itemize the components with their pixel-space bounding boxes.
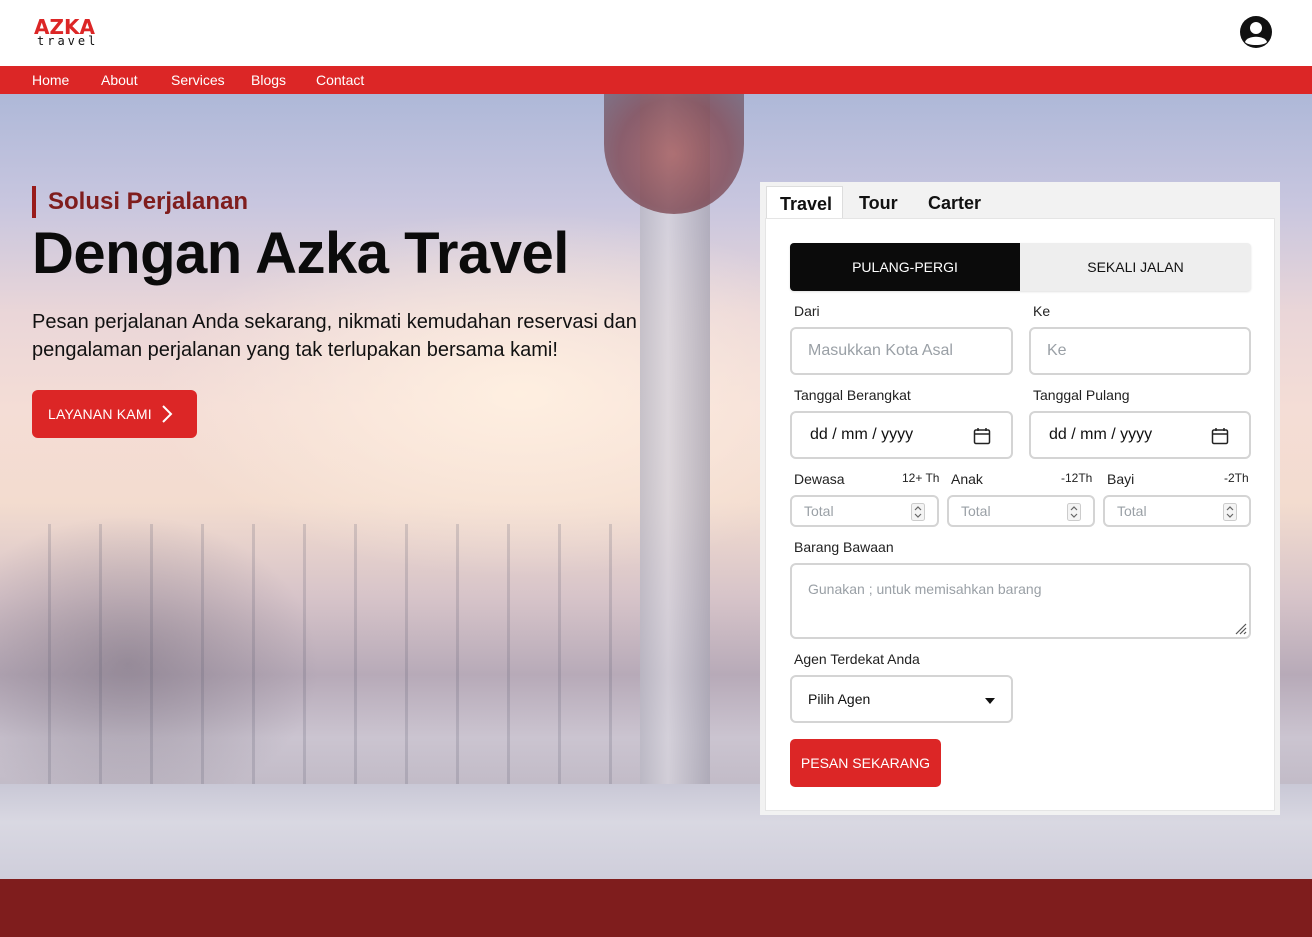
return-date-label: Tanggal Pulang [1033, 387, 1130, 403]
to-city-input[interactable]: Ke [1029, 327, 1251, 375]
return-date-placeholder: dd / mm / yyyy [1049, 426, 1153, 443]
infant-label: Bayi [1107, 471, 1135, 487]
logo-subtext: travel [37, 34, 99, 48]
luggage-placeholder: Gunakan ; untuk memisahkan barang [808, 581, 1042, 597]
footer-band [0, 879, 1312, 937]
depart-date-label: Tanggal Berangkat [794, 387, 911, 403]
adult-count-placeholder: Total [804, 503, 834, 519]
number-stepper-icon[interactable] [1223, 503, 1237, 521]
number-stepper-icon[interactable] [911, 503, 925, 521]
hero-subtext-line-1: Pesan perjalanan Anda sekarang, nikmati … [32, 311, 637, 333]
nav-home[interactable]: Home [32, 71, 69, 89]
from-city-placeholder: Masukkan Kota Asal [808, 342, 953, 359]
infant-age-hint: -2Th [1224, 471, 1249, 485]
cta-label: LAYANAN KAMI [48, 406, 152, 422]
chevron-right-icon [162, 405, 173, 423]
resize-handle-icon[interactable] [1233, 621, 1247, 635]
nav-services[interactable]: Services [171, 71, 225, 89]
child-age-hint: -12Th [1061, 471, 1093, 485]
booking-panel: Travel Tour Carter PULANG-PERGI SEKALI J… [760, 182, 1280, 815]
agent-label: Agen Terdekat Anda [794, 651, 920, 667]
round-trip-button[interactable]: PULANG-PERGI [790, 243, 1020, 291]
luggage-textarea[interactable]: Gunakan ; untuk memisahkan barang [790, 563, 1251, 639]
trip-type-toggle: PULANG-PERGI SEKALI JALAN [790, 243, 1251, 291]
depart-date-input[interactable]: dd / mm / yyyy [790, 411, 1013, 459]
calendar-icon[interactable] [973, 427, 991, 445]
nav-blogs[interactable]: Blogs [251, 71, 286, 89]
child-count-placeholder: Total [961, 503, 991, 519]
agent-selected-value: Pilih Agen [808, 691, 871, 707]
brand-logo[interactable]: AZKA travel [34, 17, 98, 49]
nav-contact[interactable]: Contact [316, 71, 364, 89]
calendar-icon[interactable] [1211, 427, 1229, 445]
depart-date-placeholder: dd / mm / yyyy [810, 426, 914, 443]
to-city-placeholder: Ke [1047, 342, 1067, 359]
hero-text-block: Solusi Perjalanan Dengan Azka Travel Pes… [32, 186, 652, 438]
return-date-input[interactable]: dd / mm / yyyy [1029, 411, 1251, 459]
tab-tour[interactable]: Tour [859, 186, 898, 218]
hero-background-poles [0, 524, 620, 804]
one-way-button[interactable]: SEKALI JALAN [1020, 243, 1251, 291]
number-stepper-icon[interactable] [1067, 503, 1081, 521]
hero-subtext: Pesan perjalanan Anda sekarang, nikmati … [32, 308, 652, 364]
to-label: Ke [1033, 303, 1051, 319]
pesan-sekarang-button[interactable]: PESAN SEKARANG [790, 739, 941, 787]
hero-headline: Dengan Azka Travel [32, 221, 569, 286]
adult-age-hint: 12+ Th [902, 471, 940, 485]
nav-about[interactable]: About [101, 71, 138, 89]
luggage-label: Barang Bawaan [794, 539, 894, 555]
hero-subtext-line-2: pengalaman perjalanan yang tak terlupaka… [32, 339, 558, 361]
from-label: Dari [794, 303, 820, 319]
adult-count-input[interactable]: Total [790, 495, 939, 527]
main-navigation: Home About Services Blogs Contact [0, 66, 1312, 94]
caret-down-icon [985, 698, 995, 704]
tab-travel[interactable]: Travel [766, 186, 843, 218]
user-account-icon[interactable] [1238, 14, 1274, 50]
tab-carter[interactable]: Carter [928, 186, 981, 218]
infant-count-input[interactable]: Total [1103, 495, 1251, 527]
from-city-input[interactable]: Masukkan Kota Asal [790, 327, 1013, 375]
child-count-input[interactable]: Total [947, 495, 1095, 527]
adult-label: Dewasa [794, 471, 845, 487]
layanan-kami-button[interactable]: LAYANAN KAMI [32, 390, 197, 438]
hero-kicker: Solusi Perjalanan [32, 186, 652, 218]
booking-form: PULANG-PERGI SEKALI JALAN Dari Ke Masukk… [765, 218, 1275, 811]
child-label: Anak [951, 471, 983, 487]
top-header: AZKA travel [0, 0, 1312, 66]
agent-select[interactable]: Pilih Agen [790, 675, 1013, 723]
infant-count-placeholder: Total [1117, 503, 1147, 519]
